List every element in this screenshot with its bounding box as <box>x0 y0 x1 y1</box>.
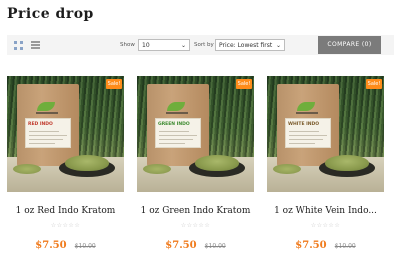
bag-label-text: WHITE INDO <box>288 122 320 127</box>
show-label: Show <box>120 42 135 48</box>
original-price: $10.00 <box>334 243 356 250</box>
kratom-bag-image: GREEN INDO <box>147 84 209 166</box>
sort-by-value: Price: Lowest first <box>219 42 273 49</box>
sale-price: $7.50 <box>165 240 197 251</box>
product-card[interactable]: RED INDO Sale! 1 oz Red Indo Kratom ☆☆☆☆… <box>7 76 124 251</box>
sale-badge: Sale! <box>236 79 252 89</box>
product-image[interactable]: WHITE INDO Sale! <box>267 76 384 192</box>
product-price: $7.50 $10.00 <box>137 233 254 252</box>
sale-badge: Sale! <box>366 79 382 89</box>
product-image[interactable]: RED INDO Sale! <box>7 76 124 192</box>
original-price: $10.00 <box>204 243 226 250</box>
product-title[interactable]: 1 oz Green Indo Kratom <box>137 206 254 216</box>
sort-label: Sort by <box>194 42 214 48</box>
page-title: Price drop <box>7 6 94 22</box>
product-price: $7.50 $10.00 <box>267 233 384 252</box>
compare-button[interactable]: COMPARE (0) <box>318 36 381 54</box>
show-count-value: 10 <box>142 42 150 49</box>
bag-label-text: GREEN INDO <box>158 122 190 127</box>
list-view-icon[interactable] <box>31 41 40 50</box>
product-image[interactable]: GREEN INDO Sale! <box>137 76 254 192</box>
kratom-bag-image: RED INDO <box>17 84 79 166</box>
grid-view-icon[interactable] <box>14 41 23 50</box>
rating-stars: ☆☆☆☆☆ <box>310 222 341 229</box>
chevron-down-icon: ⌄ <box>275 42 281 49</box>
sale-badge: Sale! <box>106 79 122 89</box>
product-title[interactable]: 1 oz White Vein Indo... <box>267 206 384 216</box>
bag-label-text: RED INDO <box>28 122 53 127</box>
kratom-bag-image: WHITE INDO <box>277 84 339 166</box>
sort-by-select[interactable]: Price: Lowest first ⌄ <box>215 39 285 51</box>
product-price: $7.50 $10.00 <box>7 233 124 252</box>
rating-stars: ☆☆☆☆☆ <box>180 222 211 229</box>
sale-price: $7.50 <box>295 240 327 251</box>
chevron-down-icon: ⌄ <box>180 42 186 49</box>
show-count-select[interactable]: 10 ⌄ <box>138 39 190 51</box>
product-title[interactable]: 1 oz Red Indo Kratom <box>7 206 124 216</box>
rating-stars: ☆☆☆☆☆ <box>50 222 81 229</box>
original-price: $10.00 <box>74 243 96 250</box>
product-card[interactable]: GREEN INDO Sale! 1 oz Green Indo Kratom … <box>137 76 254 251</box>
sale-price: $7.50 <box>35 240 67 251</box>
product-card[interactable]: WHITE INDO Sale! 1 oz White Vein Indo...… <box>267 76 384 251</box>
